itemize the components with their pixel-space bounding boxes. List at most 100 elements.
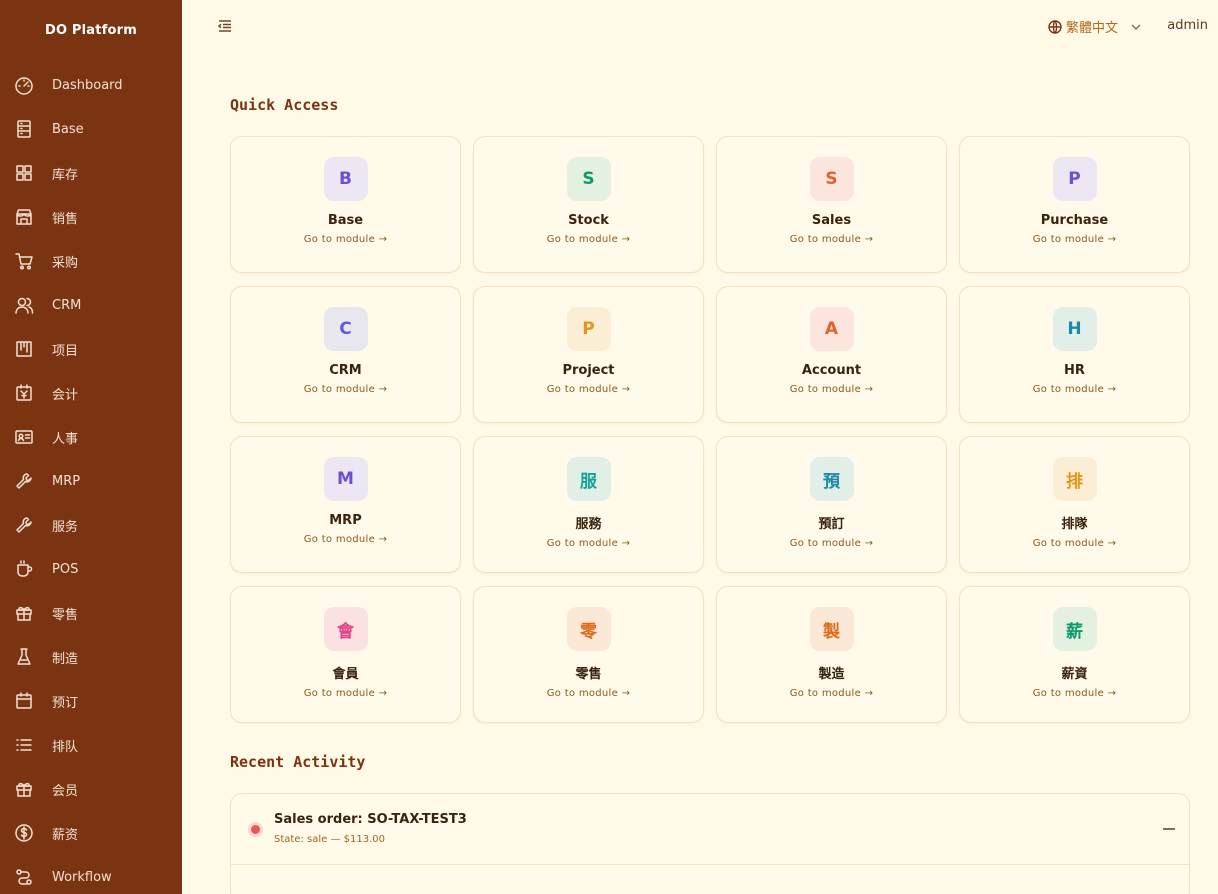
store-icon	[14, 207, 34, 227]
activity-row[interactable]: Sales order: SO-TAX-TEST3 State: sale — …	[231, 794, 1189, 865]
go-to-module-link[interactable]: Go to module →	[304, 534, 388, 545]
go-to-module-link[interactable]: Go to module →	[1033, 234, 1117, 245]
sidebar-item-7[interactable]: 会计	[0, 371, 182, 415]
sidebar-item-label: 人事	[52, 431, 79, 447]
wrench-icon	[14, 515, 34, 535]
server-icon	[14, 119, 34, 139]
sidebar-item-label: 薪资	[52, 827, 79, 843]
kanban-icon	[14, 339, 34, 359]
module-card[interactable]: P Purchase Go to module →	[959, 136, 1190, 273]
module-title: 零售	[575, 667, 602, 682]
sidebar-item-label: Dashboard	[52, 77, 123, 93]
sidebar-item-18[interactable]: Workflow	[0, 855, 182, 894]
recent-activity-title: Recent Activity	[230, 753, 366, 771]
module-title: 製造	[818, 667, 845, 682]
sidebar-item-label: 项目	[52, 343, 79, 359]
go-to-module-link[interactable]: Go to module →	[790, 688, 874, 699]
module-badge: C	[323, 307, 368, 351]
module-card[interactable]: 排排隊 Go to module →	[959, 436, 1190, 573]
module-card[interactable]: C CRM Go to module →	[230, 286, 461, 423]
module-badge: 預	[809, 457, 854, 501]
sidebar-item-11[interactable]: POS	[0, 547, 182, 591]
module-title: Stock	[568, 213, 609, 228]
module-card[interactable]: P Project Go to module →	[473, 286, 704, 423]
sidebar-item-label: 制造	[52, 651, 79, 667]
go-to-module-link[interactable]: Go to module →	[547, 384, 631, 395]
go-to-module-link[interactable]: Go to module →	[547, 538, 631, 549]
sidebar-item-9[interactable]: MRP	[0, 459, 182, 503]
sidebar-item-13[interactable]: 制造	[0, 635, 182, 679]
sidebar-item-15[interactable]: 排队	[0, 723, 182, 767]
sidebar-item-12[interactable]: 零售	[0, 591, 182, 635]
module-card[interactable]: M MRP Go to module →	[230, 436, 461, 573]
collapse-menu-icon[interactable]	[217, 18, 234, 34]
module-title: Project	[562, 363, 615, 378]
language-selector[interactable]: 繁體中文	[1048, 17, 1142, 36]
sidebar-item-17[interactable]: 薪资	[0, 811, 182, 855]
module-card[interactable]: A Account Go to module →	[716, 286, 947, 423]
module-card[interactable]: 會會員 Go to module →	[230, 586, 461, 723]
module-title: 預訂	[818, 517, 845, 532]
go-to-module-link[interactable]: Go to module →	[304, 234, 388, 245]
sidebar-item-4[interactable]: 采购	[0, 239, 182, 283]
sidebar-item-5[interactable]: CRM	[0, 283, 182, 327]
module-card[interactable]: S Stock Go to module →	[473, 136, 704, 273]
module-title: 薪資	[1061, 667, 1088, 682]
module-title: HR	[1064, 363, 1085, 378]
sidebar-item-label: Workflow	[52, 869, 112, 885]
sidebar-item-14[interactable]: 预订	[0, 679, 182, 723]
module-card[interactable]: 服服務 Go to module →	[473, 436, 704, 573]
go-to-module-link[interactable]: Go to module →	[790, 538, 874, 549]
collapse-icon[interactable]	[1163, 828, 1175, 830]
sidebar: DO Platform Dashboard Base 库存销售采购 CRM 项目会计人事…	[0, 0, 182, 894]
go-to-module-link[interactable]: Go to module →	[304, 384, 388, 395]
user-menu[interactable]: admin	[1167, 18, 1208, 33]
calendar-icon	[14, 691, 34, 711]
module-badge: P	[566, 307, 611, 351]
sidebar-item-3[interactable]: 销售	[0, 195, 182, 239]
go-to-module-link[interactable]: Go to module →	[1033, 384, 1117, 395]
module-badge: 會	[323, 607, 368, 651]
module-card[interactable]: 薪薪資 Go to module →	[959, 586, 1190, 723]
activity-subtitle: State: sale — $113.00	[274, 834, 385, 845]
brand-logo-text[interactable]: DO Platform	[0, 0, 182, 60]
module-card[interactable]: H HR Go to module →	[959, 286, 1190, 423]
module-card[interactable]: S Sales Go to module →	[716, 136, 947, 273]
sidebar-item-label: 会员	[52, 783, 79, 799]
sidebar-item-6[interactable]: 项目	[0, 327, 182, 371]
dollar-icon	[14, 823, 34, 843]
sidebar-item-0[interactable]: Dashboard	[0, 63, 182, 107]
sidebar-item-label: 采购	[52, 255, 79, 271]
gift-icon	[14, 603, 34, 623]
sidebar-item-label: 预订	[52, 695, 79, 711]
sidebar-item-label: 排队	[52, 739, 79, 755]
workflow-icon	[14, 867, 34, 887]
module-card[interactable]: B Base Go to module →	[230, 136, 461, 273]
sidebar-item-1[interactable]: Base	[0, 107, 182, 151]
module-card[interactable]: 零零售 Go to module →	[473, 586, 704, 723]
sidebar-item-16[interactable]: 会员	[0, 767, 182, 811]
go-to-module-link[interactable]: Go to module →	[304, 688, 388, 699]
go-to-module-link[interactable]: Go to module →	[790, 384, 874, 395]
go-to-module-link[interactable]: Go to module →	[547, 234, 631, 245]
module-title: CRM	[329, 363, 362, 378]
sidebar-item-label: MRP	[52, 473, 81, 489]
go-to-module-link[interactable]: Go to module →	[1033, 688, 1117, 699]
sidebar-item-label: 库存	[52, 167, 79, 183]
module-badge: A	[809, 307, 854, 351]
recent-activity-panel: Sales order: SO-TAX-TEST3 State: sale — …	[230, 793, 1190, 894]
module-title: Purchase	[1040, 213, 1109, 228]
module-title: Sales	[811, 213, 852, 228]
go-to-module-link[interactable]: Go to module →	[790, 234, 874, 245]
go-to-module-link[interactable]: Go to module →	[547, 688, 631, 699]
chevron-down-icon	[1131, 23, 1141, 30]
module-badge: 服	[566, 457, 611, 501]
sidebar-item-2[interactable]: 库存	[0, 151, 182, 195]
go-to-module-link[interactable]: Go to module →	[1033, 538, 1117, 549]
module-card[interactable]: 預預訂 Go to module →	[716, 436, 947, 573]
sidebar-item-8[interactable]: 人事	[0, 415, 182, 459]
sidebar-item-10[interactable]: 服务	[0, 503, 182, 547]
cart-icon	[14, 251, 34, 271]
module-card[interactable]: 製製造 Go to module →	[716, 586, 947, 723]
module-badge: S	[809, 157, 854, 201]
